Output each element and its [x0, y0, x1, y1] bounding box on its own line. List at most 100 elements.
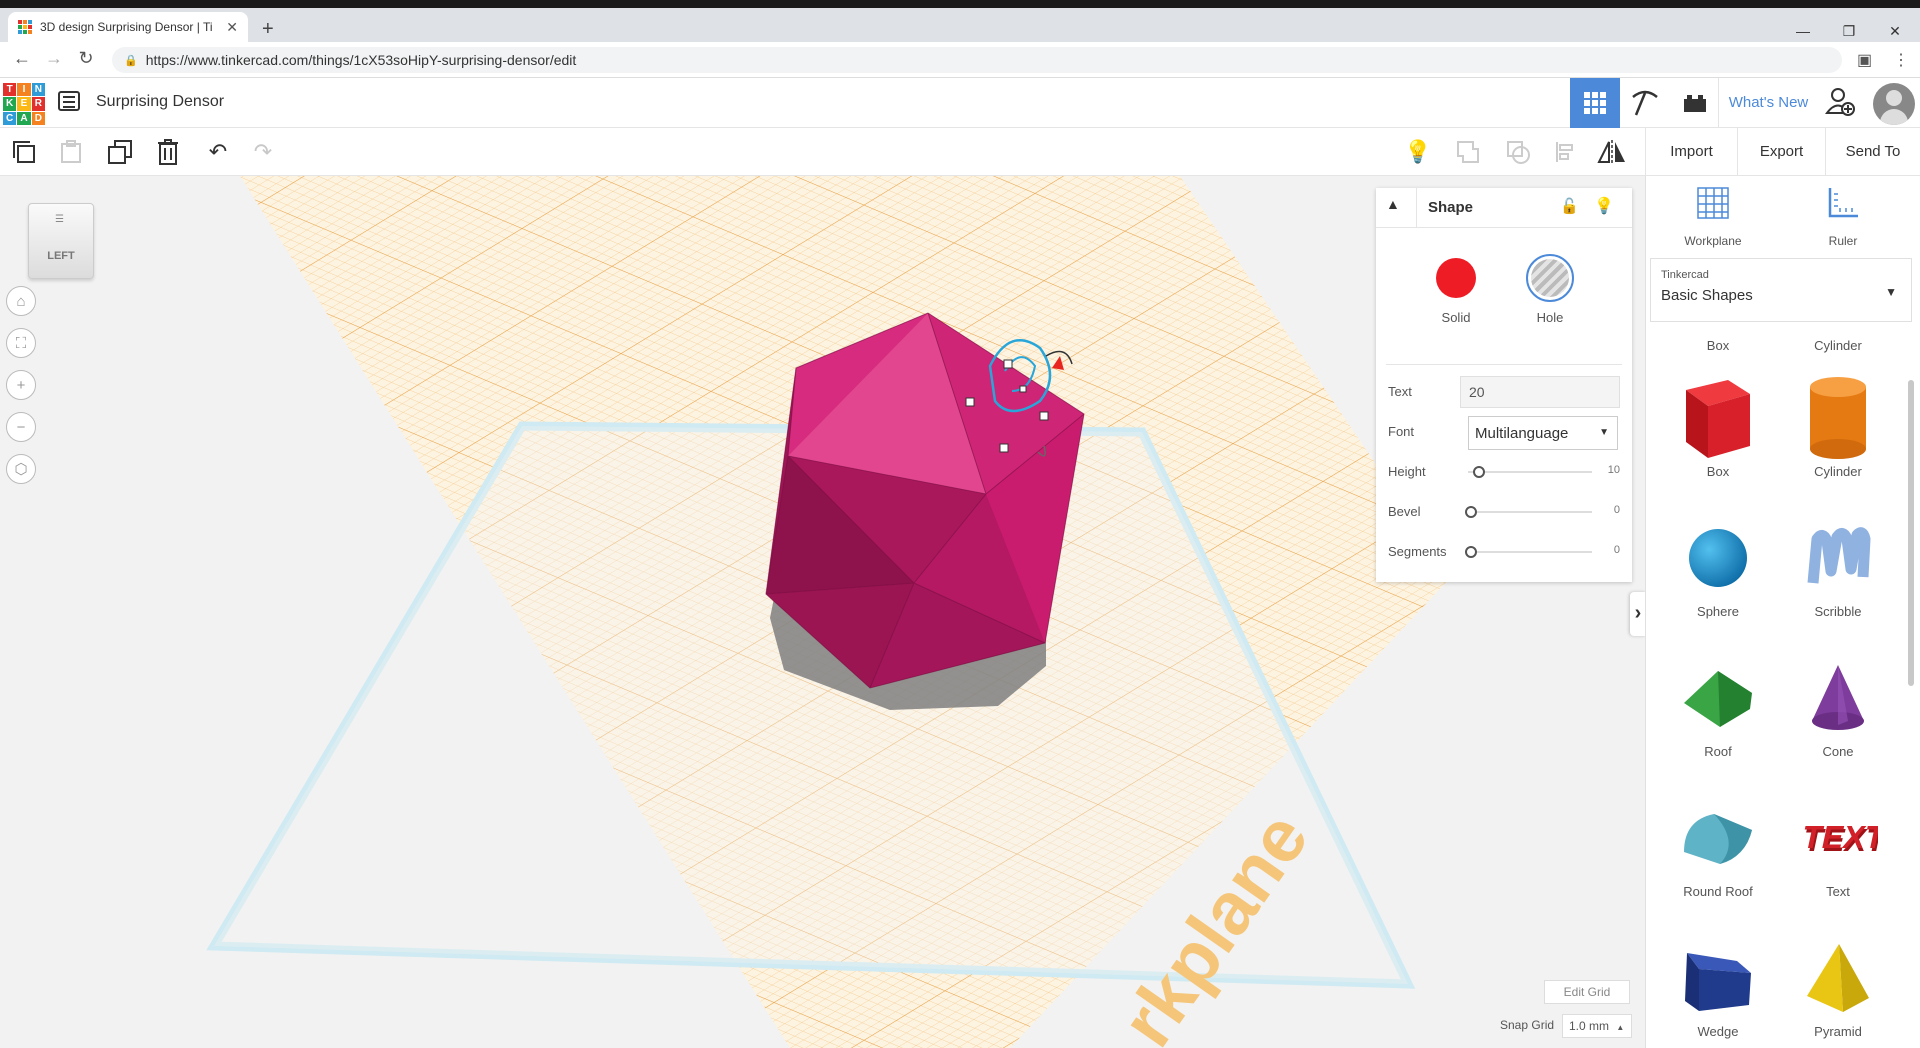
collapse-icon[interactable]: ▲ [1386, 196, 1400, 212]
ungroup-icon[interactable] [1502, 136, 1534, 168]
shape-label: Wedge [1697, 1024, 1739, 1039]
hole-pattern [1531, 259, 1569, 297]
send-to-button[interactable]: Send To [1825, 128, 1920, 176]
export-button[interactable]: Export [1737, 128, 1825, 176]
reload-icon[interactable]: ↻ [74, 48, 98, 69]
shape-label: Scribble [1814, 604, 1862, 619]
back-icon[interactable]: ← [10, 48, 34, 69]
shapes-panel-scrollbar[interactable] [1908, 380, 1914, 686]
height-slider-knob[interactable] [1473, 466, 1485, 478]
shape-label: Round Roof [1683, 884, 1753, 899]
new-tab-button[interactable]: + [262, 18, 274, 41]
3d-design-view-button[interactable] [1570, 78, 1620, 128]
ruler-tool[interactable]: Ruler [1798, 186, 1888, 248]
duplicate-icon[interactable] [104, 136, 136, 168]
copy-icon[interactable] [8, 136, 40, 168]
view-cube[interactable]: ☰ LEFT [28, 203, 94, 279]
bevel-value[interactable]: 0 [1596, 504, 1620, 516]
mirror-icon[interactable] [1596, 136, 1628, 168]
text-input[interactable]: 20 [1460, 376, 1620, 408]
browser-tab[interactable]: 3D design Surprising Densor | Ti ✕ [8, 12, 248, 42]
shape-label: Roof [1704, 744, 1732, 759]
delete-icon[interactable] [152, 136, 184, 168]
design-menu-icon[interactable] [58, 91, 80, 111]
solid-button[interactable] [1436, 258, 1476, 298]
bricks-button[interactable] [1670, 78, 1720, 128]
shape-library-select[interactable]: Tinkercad Basic Shapes ▼ [1650, 258, 1912, 322]
segments-slider[interactable] [1468, 551, 1592, 553]
app-header: T I N K E R C A D Surprising Densor What… [0, 78, 1920, 128]
url-field[interactable]: 🔒 https://www.tinkercad.com/things/1cX53… [112, 47, 1842, 73]
paste-icon[interactable] [55, 136, 87, 168]
text-shape-icon: TEXTTEXT [1799, 819, 1878, 858]
shape-box[interactable]: Box [1663, 372, 1773, 479]
inspector-divider [1386, 364, 1622, 365]
logo-letter: E [17, 97, 31, 111]
add-user-icon[interactable] [1822, 86, 1858, 122]
lock-icon[interactable]: 🔓 [1560, 197, 1579, 215]
shape-pyramid[interactable]: Pyramid [1783, 932, 1893, 1039]
dropdown-caret-icon: ▼ [1599, 427, 1609, 438]
extension-icon[interactable]: ▣ [1857, 50, 1872, 70]
align-icon[interactable] [1550, 136, 1582, 168]
zoom-out-icon[interactable]: − [6, 412, 36, 442]
url-text: https://www.tinkercad.com/things/1cX53so… [145, 52, 577, 68]
zoom-in-icon[interactable]: + [6, 370, 36, 400]
library-provider: Tinkercad [1661, 269, 1709, 281]
tinkercad-logo[interactable]: T I N K E R C A D [3, 83, 45, 125]
shape-sphere[interactable]: Sphere [1663, 512, 1773, 619]
edit-grid-button[interactable]: Edit Grid [1544, 980, 1630, 1004]
workplane-tool[interactable]: Workplane [1668, 186, 1758, 248]
inspector-title: Shape [1428, 199, 1474, 216]
bevel-slider-knob[interactable] [1465, 506, 1477, 518]
browser-menu-icon[interactable]: ⋮ [1893, 50, 1909, 70]
shape-label-cut: Cylinder [1814, 338, 1862, 353]
grid-icon [1584, 92, 1606, 114]
hole-button[interactable] [1526, 254, 1574, 302]
shape-label: Cone [1822, 744, 1854, 759]
shape-scribble[interactable]: Scribble [1783, 512, 1893, 619]
design-title[interactable]: Surprising Densor [96, 93, 224, 111]
shape-round-roof[interactable]: Round Roof [1663, 792, 1773, 899]
close-tab-icon[interactable]: ✕ [226, 19, 238, 36]
logo-letter: D [31, 111, 45, 125]
panel-expand-toggle[interactable]: › [1630, 592, 1646, 636]
undo-icon[interactable]: ↶ [202, 136, 234, 168]
segments-slider-knob[interactable] [1465, 546, 1477, 558]
segments-value[interactable]: 0 [1596, 544, 1620, 556]
font-select[interactable]: Multilanguage ▼ [1468, 416, 1618, 450]
pyramid-icon [1807, 944, 1869, 1012]
shape-label: Cylinder [1814, 464, 1862, 479]
snap-grid-select[interactable]: 1.0 mm ▲ [1562, 1014, 1632, 1038]
tinkercad-favicon-icon [18, 20, 32, 34]
shape-cylinder[interactable]: Cylinder [1783, 372, 1893, 479]
blocks-button[interactable] [1620, 78, 1670, 128]
group-icon[interactable] [1452, 136, 1484, 168]
lock-icon: 🔒 [124, 54, 138, 67]
import-button[interactable]: Import [1645, 128, 1737, 176]
shape-text[interactable]: TEXT TEXT Text [1783, 792, 1893, 899]
tab-title: 3D design Surprising Densor | Ti [40, 20, 213, 34]
shape-cone[interactable]: Cone [1783, 652, 1893, 759]
bevel-slider[interactable] [1468, 511, 1592, 513]
logo-letter: N [31, 83, 45, 97]
font-label: Font [1388, 424, 1415, 439]
height-value[interactable]: 10 [1596, 464, 1620, 476]
light-bulb-icon[interactable]: 💡 [1402, 136, 1434, 168]
cylinder-icon [1810, 377, 1866, 459]
avatar[interactable] [1873, 83, 1915, 125]
perspective-icon[interactable]: ⬡ [6, 454, 36, 484]
home-view-icon[interactable]: ⌂ [6, 286, 36, 316]
edit-toolbar: ↶ ↷ 💡 Import Export Send To [0, 128, 1920, 176]
roof-icon [1684, 671, 1752, 727]
shape-roof[interactable]: Roof [1663, 652, 1773, 759]
library-name: Basic Shapes [1661, 287, 1753, 304]
whats-new-link[interactable]: What's New [1718, 78, 1818, 128]
forward-icon[interactable]: → [42, 48, 66, 69]
light-bulb-icon[interactable]: 💡 [1594, 196, 1614, 216]
height-slider[interactable] [1468, 471, 1592, 473]
fit-view-icon[interactable]: ⛶ [6, 328, 36, 358]
shape-wedge[interactable]: Wedge [1663, 932, 1773, 1039]
redo-icon[interactable]: ↷ [247, 136, 279, 168]
shape-label: Box [1706, 464, 1730, 479]
